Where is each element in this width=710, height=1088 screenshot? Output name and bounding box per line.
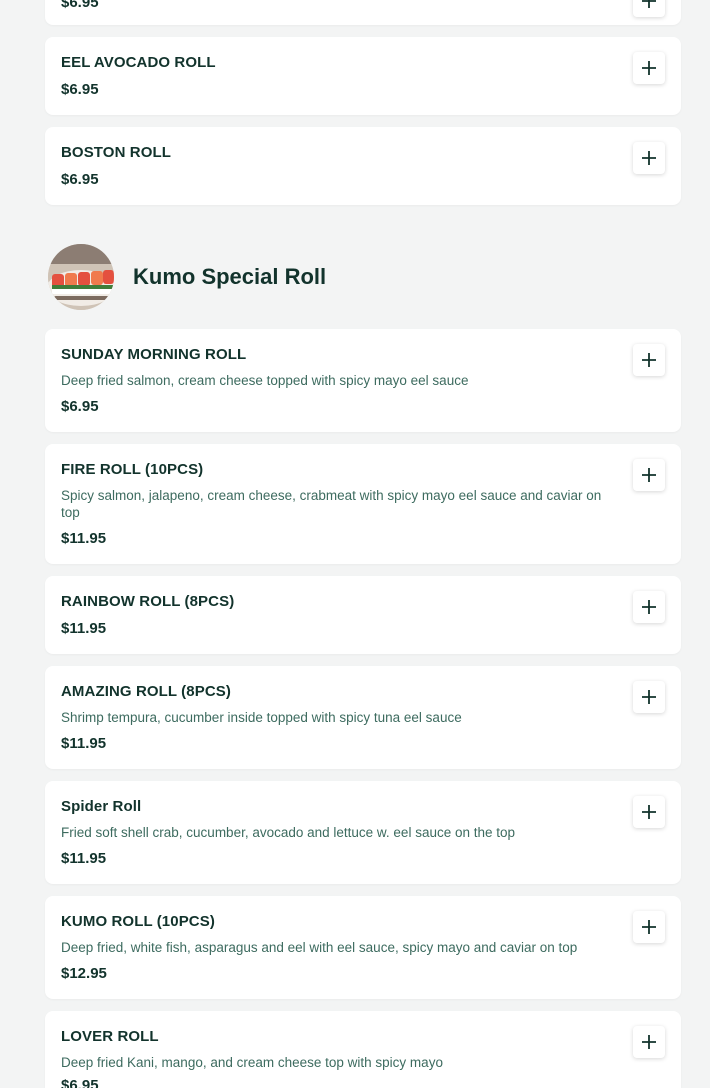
- item-price: $6.95: [61, 1077, 99, 1088]
- item-price: $11.95: [61, 735, 107, 752]
- item-name: SUNDAY MORNING ROLL: [61, 346, 247, 363]
- plus-icon: [642, 805, 656, 819]
- plus-icon: [642, 0, 656, 8]
- item-price: $6.95: [61, 0, 99, 11]
- menu-item-card[interactable]: KUMO ROLL (10PCS) Deep fried, white fish…: [45, 896, 681, 999]
- plus-icon: [642, 920, 656, 934]
- item-price: $6.95: [61, 171, 99, 188]
- plus-icon: [642, 1035, 656, 1049]
- item-price: $12.95: [61, 965, 107, 982]
- item-name: RAINBOW ROLL (8PCS): [61, 593, 235, 610]
- plus-icon: [642, 151, 656, 165]
- add-item-button[interactable]: [633, 142, 665, 174]
- plus-icon: [642, 690, 656, 704]
- add-item-button[interactable]: [633, 1026, 665, 1058]
- item-name: AMAZING ROLL (8PCS): [61, 683, 231, 700]
- item-description: Deep fried Kani, mango, and cream cheese…: [61, 1055, 443, 1070]
- add-item-button[interactable]: [633, 911, 665, 943]
- menu-item-card[interactable]: Spider Roll Fried soft shell crab, cucum…: [45, 781, 681, 884]
- item-price: $11.95: [61, 850, 107, 867]
- section-header: Kumo Special Roll: [48, 244, 326, 310]
- item-description: Shrimp tempura, cucumber inside topped w…: [61, 710, 462, 725]
- plus-icon: [642, 61, 656, 75]
- item-price: $6.95: [61, 81, 99, 98]
- menu-item-card[interactable]: EEL AVOCADO ROLL $6.95: [45, 37, 681, 115]
- add-item-button[interactable]: [633, 681, 665, 713]
- add-item-button[interactable]: [633, 0, 665, 17]
- plus-icon: [642, 468, 656, 482]
- item-description: Deep fried, white fish, asparagus and ee…: [61, 940, 578, 955]
- item-name: LOVER ROLL: [61, 1028, 159, 1045]
- item-price: $11.95: [61, 530, 107, 547]
- add-item-button[interactable]: [633, 459, 665, 491]
- item-name: FIRE ROLL (10PCS): [61, 461, 204, 478]
- section-title: Kumo Special Roll: [133, 264, 327, 289]
- sushi-roll-photo-icon: [48, 244, 114, 310]
- item-price: $11.95: [61, 620, 107, 637]
- menu-item-card[interactable]: RAINBOW ROLL (8PCS) $11.95: [45, 576, 681, 654]
- item-description: Spicy salmon, jalapeno, cream cheese, cr…: [61, 488, 602, 520]
- menu-item-card[interactable]: FIRE ROLL (10PCS) Spicy salmon, jalapeno…: [45, 444, 681, 564]
- menu-page: $6.95 EEL AVOCADO ROLL $6.95 BOSTON ROLL…: [0, 0, 710, 1088]
- add-item-button[interactable]: [633, 52, 665, 84]
- item-price: $6.95: [61, 398, 99, 415]
- item-name: BOSTON ROLL: [61, 144, 171, 161]
- add-item-button[interactable]: [633, 796, 665, 828]
- menu-item-card[interactable]: $6.95: [45, 0, 681, 25]
- plus-icon: [642, 353, 656, 367]
- section-thumbnail: [48, 244, 114, 310]
- item-name: KUMO ROLL (10PCS): [61, 913, 215, 930]
- item-description: Fried soft shell crab, cucumber, avocado…: [61, 825, 516, 840]
- menu-item-card[interactable]: LOVER ROLL Deep fried Kani, mango, and c…: [45, 1011, 681, 1088]
- menu-item-card[interactable]: AMAZING ROLL (8PCS) Shrimp tempura, cucu…: [45, 666, 681, 769]
- menu-item-card[interactable]: BOSTON ROLL $6.95: [45, 127, 681, 205]
- item-name: Spider Roll: [61, 798, 142, 815]
- add-item-button[interactable]: [633, 344, 665, 376]
- item-description: Deep fried salmon, cream cheese topped w…: [61, 373, 469, 388]
- item-name: EEL AVOCADO ROLL: [61, 54, 216, 71]
- menu-item-card[interactable]: SUNDAY MORNING ROLL Deep fried salmon, c…: [45, 329, 681, 432]
- plus-icon: [642, 600, 656, 614]
- add-item-button[interactable]: [633, 591, 665, 623]
